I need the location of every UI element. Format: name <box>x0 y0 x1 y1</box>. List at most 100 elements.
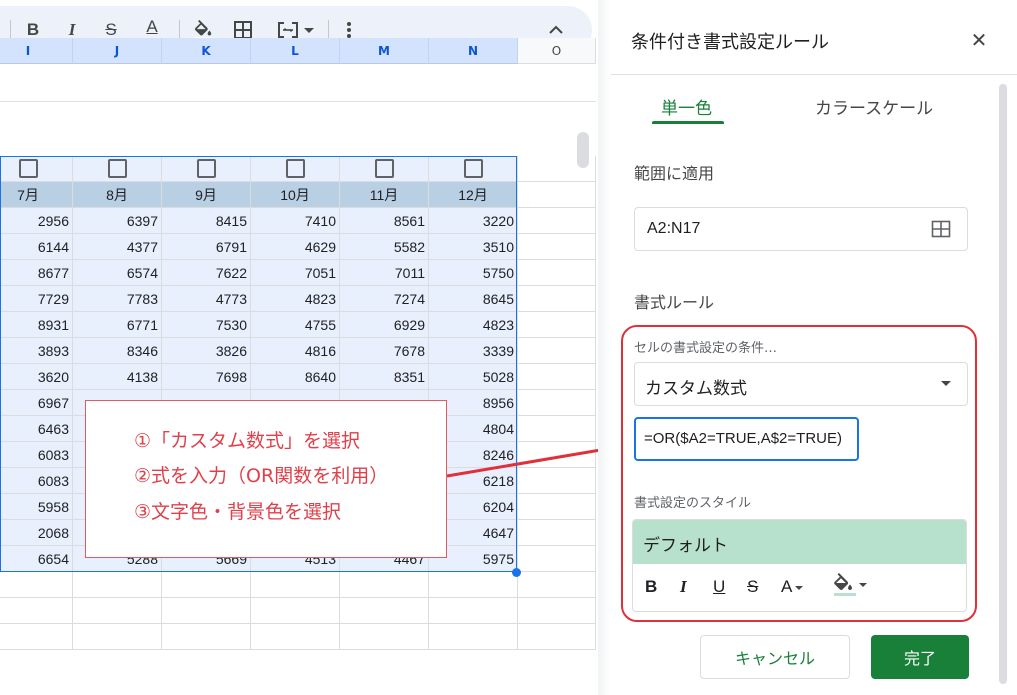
empty-cell[interactable] <box>0 572 73 598</box>
table-cell[interactable]: 7410 <box>251 208 340 234</box>
empty-cell[interactable] <box>518 286 596 312</box>
column-header-j[interactable]: J <box>73 38 162 64</box>
empty-cell[interactable] <box>0 598 73 624</box>
month-header-cell[interactable]: 8月 <box>73 182 162 208</box>
empty-cell[interactable] <box>73 572 162 598</box>
checkbox[interactable] <box>285 159 305 178</box>
done-button[interactable]: 完了 <box>871 635 969 679</box>
table-cell[interactable]: 4816 <box>251 338 340 364</box>
empty-cell[interactable] <box>429 624 518 650</box>
style-strikethrough-button[interactable]: S <box>747 577 758 597</box>
empty-cell[interactable] <box>518 416 596 442</box>
tab-single-color[interactable]: 単一色 <box>661 94 712 119</box>
table-cell[interactable]: 8351 <box>340 364 429 390</box>
style-bold-button[interactable]: B <box>645 577 657 597</box>
table-cell[interactable]: 3893 <box>0 338 73 364</box>
table-cell[interactable]: 6929 <box>340 312 429 338</box>
close-icon[interactable]: ✕ <box>967 28 991 52</box>
empty-cell[interactable] <box>340 572 429 598</box>
table-cell[interactable]: 7678 <box>340 338 429 364</box>
condition-select[interactable]: カスタム数式 <box>634 362 968 406</box>
table-cell[interactable]: 7274 <box>340 286 429 312</box>
table-cell[interactable]: 8640 <box>251 364 340 390</box>
table-cell[interactable]: 3510 <box>429 234 518 260</box>
table-cell[interactable]: 6397 <box>73 208 162 234</box>
checkbox[interactable] <box>18 159 38 178</box>
table-cell[interactable]: 5028 <box>429 364 518 390</box>
table-cell[interactable]: 6144 <box>0 234 73 260</box>
sheet-scrollbar[interactable] <box>577 132 589 168</box>
checkbox-cell[interactable] <box>251 156 340 182</box>
empty-cell[interactable] <box>518 598 596 624</box>
table-cell[interactable]: 2956 <box>0 208 73 234</box>
table-cell[interactable]: 4377 <box>73 234 162 260</box>
empty-cell[interactable] <box>518 364 596 390</box>
table-cell[interactable]: 5750 <box>429 260 518 286</box>
tab-color-scale[interactable]: カラースケール <box>815 94 933 119</box>
empty-cell[interactable] <box>73 598 162 624</box>
column-header-i[interactable]: I <box>0 38 73 64</box>
checkbox[interactable] <box>196 159 216 178</box>
empty-cell[interactable] <box>518 234 596 260</box>
empty-cell[interactable] <box>518 520 596 546</box>
table-cell[interactable]: 6083 <box>0 468 73 494</box>
cancel-button[interactable]: キャンセル <box>700 635 850 679</box>
checkbox-cell[interactable] <box>0 156 73 182</box>
checkbox-cell[interactable] <box>162 156 251 182</box>
month-header-cell[interactable]: 12月 <box>429 182 518 208</box>
table-cell[interactable]: 4823 <box>251 286 340 312</box>
empty-cell[interactable] <box>518 442 596 468</box>
table-cell[interactable]: 8346 <box>73 338 162 364</box>
table-cell[interactable]: 4138 <box>73 364 162 390</box>
select-range-icon[interactable] <box>931 219 951 239</box>
empty-cell[interactable] <box>518 390 596 416</box>
table-cell[interactable]: 6654 <box>0 546 73 572</box>
column-header-m[interactable]: M <box>340 38 429 64</box>
column-header-n[interactable]: N <box>429 38 518 64</box>
table-cell[interactable]: 3620 <box>0 364 73 390</box>
table-cell[interactable]: 4755 <box>251 312 340 338</box>
empty-cell[interactable] <box>251 598 340 624</box>
selection-handle[interactable] <box>512 568 521 577</box>
custom-formula-input[interactable]: =OR($A2=TRUE,A$2=TRUE) <box>634 417 859 461</box>
empty-cell[interactable] <box>429 598 518 624</box>
empty-cell[interactable] <box>340 624 429 650</box>
style-underline-button[interactable]: U <box>713 577 725 597</box>
table-cell[interactable]: 7698 <box>162 364 251 390</box>
month-header-cell[interactable]: 10月 <box>251 182 340 208</box>
style-italic-button[interactable]: I <box>680 577 687 597</box>
empty-cell[interactable] <box>251 572 340 598</box>
month-header-cell[interactable]: 11月 <box>340 182 429 208</box>
table-cell[interactable]: 4823 <box>429 312 518 338</box>
empty-cell[interactable] <box>518 208 596 234</box>
empty-cell[interactable] <box>73 624 162 650</box>
table-cell[interactable]: 6463 <box>0 416 73 442</box>
table-cell[interactable]: 8677 <box>0 260 73 286</box>
month-header-cell[interactable]: 7月 <box>0 182 73 208</box>
table-cell[interactable]: 7729 <box>0 286 73 312</box>
table-cell[interactable]: 4773 <box>162 286 251 312</box>
empty-cell[interactable] <box>518 468 596 494</box>
checkbox-cell[interactable] <box>429 156 518 182</box>
table-cell[interactable]: 5958 <box>0 494 73 520</box>
table-cell[interactable]: 6791 <box>162 234 251 260</box>
month-header-cell[interactable]: 9月 <box>162 182 251 208</box>
empty-cell[interactable] <box>518 338 596 364</box>
table-cell[interactable]: 5582 <box>340 234 429 260</box>
empty-cell[interactable] <box>518 624 596 650</box>
table-cell[interactable]: 7011 <box>340 260 429 286</box>
empty-cell[interactable] <box>518 312 596 338</box>
checkbox[interactable] <box>374 159 394 178</box>
empty-cell[interactable] <box>340 598 429 624</box>
table-cell[interactable]: 7530 <box>162 312 251 338</box>
table-cell[interactable]: 8931 <box>0 312 73 338</box>
empty-cell[interactable] <box>251 624 340 650</box>
table-cell[interactable]: 2068 <box>0 520 73 546</box>
empty-cell[interactable] <box>0 624 73 650</box>
style-preview[interactable]: デフォルト <box>633 520 966 564</box>
empty-cell[interactable] <box>518 572 596 598</box>
table-cell[interactable]: 7051 <box>251 260 340 286</box>
table-cell[interactable]: 3220 <box>429 208 518 234</box>
empty-cell[interactable] <box>518 182 596 208</box>
table-cell[interactable]: 6083 <box>0 442 73 468</box>
